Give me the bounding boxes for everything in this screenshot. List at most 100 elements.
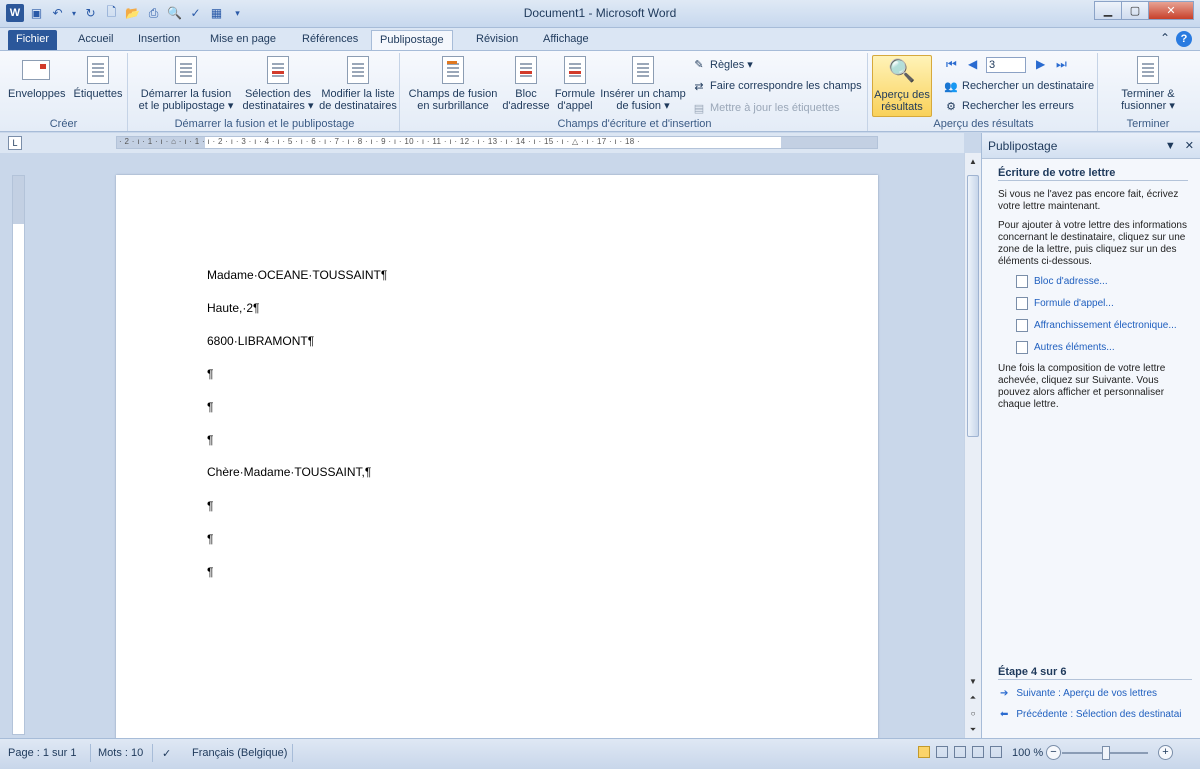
zoom-out-button[interactable]: − <box>1046 745 1061 760</box>
rechercher-erreurs-button[interactable]: ⚙ Rechercher les erreurs <box>944 99 1074 113</box>
demarrer-fusion-button[interactable]: Démarrer la fusion et le publipostage ▾ <box>136 55 236 112</box>
link-affranchissement[interactable]: Affranchissement électronique... <box>1016 319 1188 332</box>
scroll-down-icon[interactable]: ▼ <box>965 677 981 686</box>
next-page-icon[interactable]: ⏷ <box>965 725 981 735</box>
document-page[interactable]: Madame·OCEANE·TOUSSAINT¶ Haute,·2¶ 6800·… <box>116 175 878 738</box>
view-buttons <box>918 746 1002 758</box>
terminer-fusionner-button[interactable]: Terminer & fusionner ▾ <box>1106 55 1190 112</box>
zoom-slider-thumb[interactable] <box>1102 746 1110 760</box>
web-layout-icon[interactable] <box>954 746 966 758</box>
inserer-champ-button[interactable]: Insérer un champ de fusion ▾ <box>598 55 688 112</box>
language-status[interactable]: Français (Belgique) <box>192 747 287 759</box>
tab-affichage[interactable]: Affichage <box>535 30 597 50</box>
tab-revision[interactable]: Révision <box>468 30 526 50</box>
first-record-icon[interactable]: ⏮ <box>946 57 957 72</box>
outline-icon[interactable] <box>972 746 984 758</box>
rechercher-destinataire-button[interactable]: 👥 Rechercher un destinataire <box>944 79 1094 93</box>
window-controls: ▁ ▢ ✕ <box>1094 1 1194 20</box>
pane-menu-icon[interactable]: ▼ <box>1165 140 1176 152</box>
postage-icon <box>1016 319 1028 332</box>
paragraph-3[interactable]: 6800·LIBRAMONT¶ <box>207 334 314 348</box>
scroll-up-icon[interactable]: ▲ <box>965 157 981 166</box>
etiquettes-button[interactable]: Étiquettes <box>70 55 126 100</box>
step-label: Étape 4 sur 6 <box>998 666 1192 680</box>
tab-mise-en-page[interactable]: Mise en page <box>202 30 284 50</box>
ribbon: Enveloppes Étiquettes Créer Démarrer la … <box>0 50 1200 132</box>
pane-close-icon[interactable]: ✕ <box>1185 140 1194 152</box>
paragraph-10[interactable]: ¶ <box>207 565 213 579</box>
record-number-input[interactable]: 3 <box>986 57 1026 73</box>
zoom-level[interactable]: 100 % <box>1012 747 1043 759</box>
greeting-line-icon <box>1016 297 1028 310</box>
horizontal-ruler[interactable]: · 2 · ı · 1 · ı · ⌂ · ı · 1 · ı · 2 · ı … <box>116 136 878 149</box>
address-block-icon <box>515 56 537 84</box>
envelope-icon <box>22 60 50 80</box>
previous-page-icon[interactable]: ⏶ <box>965 693 981 703</box>
modifier-liste-button[interactable]: Modifier la liste de destinataires <box>318 55 398 112</box>
print-layout-icon[interactable] <box>918 746 930 758</box>
regles-button[interactable]: ✎ Règles ▾ <box>692 57 752 71</box>
edit-list-icon <box>347 56 369 84</box>
highlight-fields-icon <box>442 56 464 84</box>
help-icon[interactable]: ? <box>1176 31 1192 47</box>
maximize-button[interactable]: ▢ <box>1121 1 1149 20</box>
tab-selector[interactable]: L <box>8 136 22 150</box>
pane-controls: ▼ ✕ <box>1165 133 1194 159</box>
enveloppes-button[interactable]: Enveloppes <box>8 55 66 100</box>
zoom-in-button[interactable]: + <box>1158 745 1173 760</box>
paragraph-4[interactable]: ¶ <box>207 367 213 381</box>
minimize-ribbon-icon[interactable]: ⌃ <box>1160 31 1170 47</box>
next-arrow-icon: ➔ <box>1000 688 1009 699</box>
link-formule-appel[interactable]: Formule d'appel... <box>1016 297 1188 310</box>
pane-body: Écriture de votre lettre Si vous ne l'av… <box>982 159 1200 411</box>
paragraph-2[interactable]: Haute,·2¶ <box>207 301 259 315</box>
mettre-a-jour-button[interactable]: ▤ Mettre à jour les étiquettes <box>692 101 840 115</box>
update-labels-icon: ▤ <box>693 102 705 115</box>
group-terminer: Terminer & fusionner ▾ Terminer <box>1100 53 1196 131</box>
group-label-terminer: Terminer <box>1126 118 1170 130</box>
paragraph-6[interactable]: ¶ <box>207 433 213 447</box>
vertical-scrollbar[interactable]: ▲ ▼ ⏶ ○ ⏷ <box>964 153 981 738</box>
minimize-button[interactable]: ▁ <box>1094 1 1122 20</box>
tab-insertion[interactable]: Insertion <box>130 30 188 50</box>
next-record-icon[interactable]: ▶ <box>1036 57 1045 71</box>
help-area: ⌃ ? <box>1160 31 1192 47</box>
tab-fichier[interactable]: Fichier <box>8 30 58 50</box>
tab-accueil[interactable]: Accueil <box>70 30 121 50</box>
page-count[interactable]: Page : 1 sur 1 <box>8 747 77 759</box>
tab-references[interactable]: Références <box>294 30 366 50</box>
pane-footer: Étape 4 sur 6 ➔ Suivante : Aperçu de vos … <box>998 666 1192 730</box>
paragraph-7[interactable]: Chère·Madame·TOUSSAINT,¶ <box>207 465 371 479</box>
apercu-resultats-button[interactable]: 🔍 Aperçu des résultats <box>872 55 932 117</box>
check-errors-icon: ⚙ <box>946 100 956 113</box>
proofing-icon[interactable]: ✓ <box>162 747 171 760</box>
scroll-thumb[interactable] <box>967 175 979 437</box>
selection-destinataires-button[interactable]: Sélection des destinataires ▾ <box>240 55 316 112</box>
bloc-adresse-button[interactable]: Bloc d'adresse <box>502 55 550 112</box>
word-count[interactable]: Mots : 10 <box>98 747 143 759</box>
tab-publipostage[interactable]: Publipostage <box>371 30 453 50</box>
previous-record-icon[interactable]: ◀ <box>968 57 977 71</box>
formule-appel-button[interactable]: Formule d'appel <box>552 55 598 112</box>
browse-object-icon[interactable]: ○ <box>965 709 981 718</box>
draft-icon[interactable] <box>990 746 1002 758</box>
match-fields-icon: ⇄ <box>694 80 704 93</box>
last-record-icon[interactable]: ⏭ <box>1056 57 1067 72</box>
paragraph-5[interactable]: ¶ <box>207 400 213 414</box>
next-step-link[interactable]: ➔ Suivante : Aperçu de vos lettres <box>1000 688 1192 699</box>
paragraph-9[interactable]: ¶ <box>207 532 213 546</box>
champs-surbrillance-button[interactable]: Champs de fusion en surbrillance <box>406 55 500 112</box>
link-autres-elements[interactable]: Autres éléments... <box>1016 341 1188 354</box>
close-button[interactable]: ✕ <box>1148 1 1194 20</box>
mail-merge-pane: Publipostage ▼ ✕ Écriture de votre lettr… <box>981 133 1200 738</box>
paragraph-8[interactable]: ¶ <box>207 499 213 513</box>
link-bloc-adresse[interactable]: Bloc d'adresse... <box>1016 275 1188 288</box>
document-area[interactable]: Madame·OCEANE·TOUSSAINT¶ Haute,·2¶ 6800·… <box>0 153 964 738</box>
labels-icon <box>87 56 109 84</box>
ruler-row: L · 2 · ı · 1 · ı · ⌂ · ı · 1 · ı · 2 · … <box>0 133 964 153</box>
faire-correspondre-button[interactable]: ⇄ Faire correspondre les champs <box>692 79 861 93</box>
full-screen-reading-icon[interactable] <box>936 746 948 758</box>
paragraph-1[interactable]: Madame·OCEANE·TOUSSAINT¶ <box>207 268 387 282</box>
previous-step-link[interactable]: ⬅ Précédente : Sélection des destinatai <box>1000 709 1192 720</box>
vertical-ruler[interactable] <box>12 175 25 735</box>
